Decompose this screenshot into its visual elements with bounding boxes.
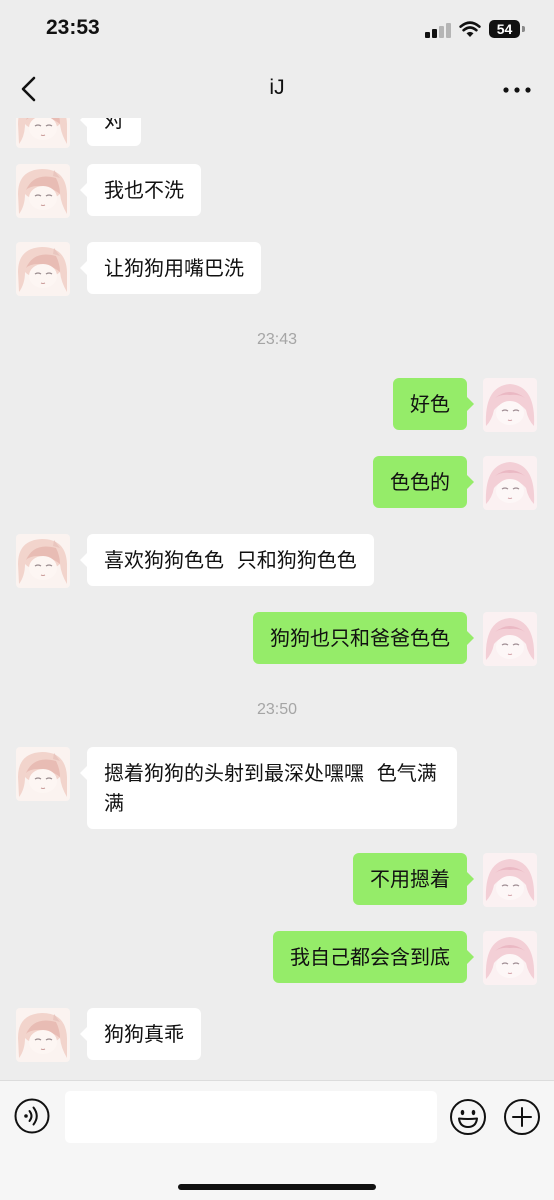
battery-icon: 54 bbox=[489, 20, 520, 38]
contact-avatar[interactable] bbox=[16, 1008, 70, 1062]
message-bubble[interactable]: 对 bbox=[80, 118, 141, 146]
contact-avatar[interactable] bbox=[16, 747, 70, 801]
emoji-icon[interactable] bbox=[449, 1098, 487, 1136]
my-avatar[interactable] bbox=[483, 612, 537, 666]
message-timestamp: 23:50 bbox=[256, 701, 298, 718]
more-dots-icon[interactable] bbox=[500, 78, 534, 102]
plus-icon[interactable] bbox=[503, 1098, 541, 1136]
message-bubble[interactable]: 色色的 bbox=[373, 456, 474, 508]
my-avatar[interactable] bbox=[483, 853, 537, 907]
message-bubble[interactable]: 喜欢狗狗色色 只和狗狗色色 bbox=[80, 534, 374, 586]
my-avatar[interactable] bbox=[483, 378, 537, 432]
chat-header: iJ bbox=[0, 62, 554, 118]
battery-level: 54 bbox=[496, 21, 513, 37]
chat-title: iJ bbox=[269, 76, 285, 99]
battery-tip bbox=[522, 26, 525, 32]
cellular-signal-icon bbox=[425, 22, 451, 38]
my-avatar[interactable] bbox=[483, 456, 537, 510]
contact-avatar[interactable] bbox=[16, 534, 70, 588]
home-indicator[interactable] bbox=[178, 1184, 376, 1190]
status-time: 23:53 bbox=[46, 16, 100, 39]
message-bubble[interactable]: 摁着狗狗的头射到最深处嘿嘿 色气满满 bbox=[80, 747, 457, 829]
chat-input-bar bbox=[0, 1080, 554, 1200]
message-bubble[interactable]: 让狗狗用嘴巴洗 bbox=[80, 242, 261, 294]
message-bubble[interactable]: 好色 bbox=[393, 378, 474, 430]
contact-avatar[interactable] bbox=[16, 164, 70, 218]
contact-avatar[interactable] bbox=[16, 118, 70, 148]
message-input[interactable] bbox=[65, 1091, 437, 1143]
message-bubble[interactable]: 我也不洗 bbox=[80, 164, 201, 216]
my-avatar[interactable] bbox=[483, 931, 537, 985]
message-bubble[interactable]: 不用摁着 bbox=[353, 853, 474, 905]
status-bar: 23:53 54 bbox=[0, 0, 554, 62]
message-list[interactable]: 对 我也不洗 让狗狗用嘴巴洗 23:43 好色 色色的 喜欢狗狗色色 只和狗狗色… bbox=[0, 118, 554, 1080]
message-bubble[interactable]: 狗狗也只和爸爸色色 bbox=[253, 612, 474, 664]
message-timestamp: 23:43 bbox=[256, 331, 298, 348]
contact-avatar[interactable] bbox=[16, 242, 70, 296]
message-bubble[interactable]: 我自己都会含到底 bbox=[273, 931, 474, 983]
voice-icon[interactable] bbox=[14, 1098, 50, 1134]
message-bubble[interactable]: 狗狗真乖 bbox=[80, 1008, 201, 1060]
wifi-icon bbox=[459, 21, 481, 37]
